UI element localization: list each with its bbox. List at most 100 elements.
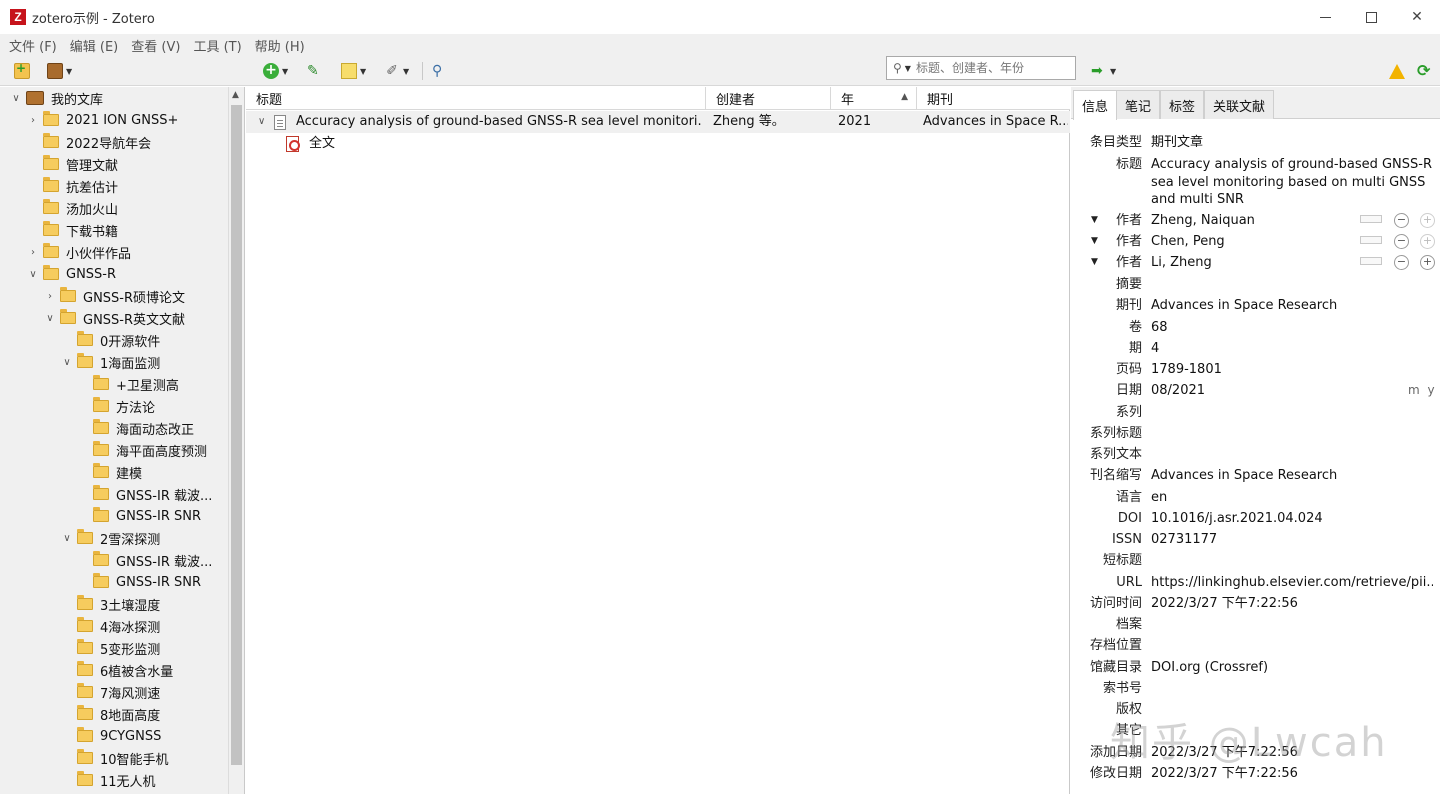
collection-item[interactable]: 2022导航年会 [0,131,228,153]
creator-type-dropdown-icon[interactable]: ▼ [1091,252,1098,273]
sync-button[interactable]: ⟳ [1417,60,1433,82]
column-header-journal[interactable]: 期刊 [917,87,1070,110]
collection-item[interactable]: +卫星测高 [0,373,228,395]
new-library-button[interactable]: ▼ [47,60,72,82]
collection-item[interactable]: ∨ 2雪深探测 [0,527,228,549]
scroll-up-icon[interactable]: ▲ [232,90,239,100]
collection-item[interactable]: 6植被含水量 [0,659,228,681]
collection-item[interactable]: ∨ GNSS-R [0,263,228,285]
chevron-down-icon[interactable]: ∨ [61,357,73,368]
journal-abbr-value[interactable]: Advances in Space Research [1151,465,1433,486]
name-mode-switch[interactable] [1360,236,1382,244]
tab-tags[interactable]: 标签 [1160,90,1205,119]
collection-item[interactable]: › 小伙伴作品 [0,241,228,263]
date-value[interactable]: 08/2021 [1151,380,1433,401]
add-attachment-button[interactable]: ✐ ▼ [384,60,409,82]
tab-related[interactable]: 关联文献 [1204,90,1275,119]
language-value[interactable]: en [1151,487,1433,508]
collection-item[interactable]: › GNSS-R硕博论文 [0,285,228,307]
pages-value[interactable]: 1789-1801 [1151,359,1433,380]
tab-info[interactable]: 信息 [1073,90,1118,120]
table-row[interactable]: ∨ Accuracy analysis of ground-based GNSS… [246,111,1070,133]
new-collection-button[interactable] [14,60,30,82]
attachment-row[interactable]: 全文 [246,133,1070,155]
collection-item[interactable]: 5变形监测 [0,637,228,659]
collection-item[interactable]: 管理文献 [0,153,228,175]
chevron-down-icon[interactable]: ∨ [61,533,73,544]
accessed-value[interactable]: 2022/3/27 下午7:22:56 [1151,593,1433,614]
creator-value[interactable]: Li, Zheng [1151,252,1433,273]
field-label[interactable]: 作者 [1116,252,1142,273]
collections-scrollbar[interactable]: ▲ [228,87,244,794]
issue-value[interactable]: 4 [1151,338,1433,359]
advanced-search-button[interactable]: ⚲ [432,60,448,82]
add-creator-icon[interactable]: + [1420,255,1435,270]
menu-tools[interactable]: 工具 (T) [193,36,241,55]
doi-value[interactable]: 10.1016/j.asr.2021.04.024 [1151,508,1433,529]
sync-error-button[interactable] [1389,60,1405,82]
collection-item[interactable]: GNSS-IR 载波... [0,483,228,505]
tab-notes[interactable]: 笔记 [1116,90,1161,119]
collection-item[interactable]: 建模 [0,461,228,483]
collection-item[interactable]: 下载书籍 [0,219,228,241]
maximize-button[interactable] [1348,0,1394,34]
collection-item[interactable]: ∨ GNSS-R英文文献 [0,307,228,329]
collection-item[interactable]: 0开源软件 [0,329,228,351]
collection-item[interactable]: GNSS-IR SNR [0,505,228,527]
search-input[interactable] [915,61,1056,75]
scrollbar-thumb[interactable] [231,105,242,765]
chevron-down-icon[interactable]: ∨ [27,269,39,280]
collection-item[interactable]: 海面动态改正 [0,417,228,439]
menu-view[interactable]: 查看 (V) [131,36,180,55]
search-field[interactable]: ⚲ ▼ [886,56,1076,80]
item-type-value[interactable]: 期刊文章 [1151,132,1433,153]
menu-edit[interactable]: 编辑 (E) [70,36,119,55]
remove-creator-icon[interactable]: − [1394,255,1409,270]
collection-item[interactable]: › 2021 ION GNSS+ [0,109,228,131]
collection-item[interactable]: 8地面高度 [0,703,228,725]
remove-creator-icon[interactable]: − [1394,213,1409,228]
add-by-identifier-button[interactable]: ✎ [307,60,323,82]
field-label[interactable]: 作者 [1116,231,1142,252]
chevron-right-icon[interactable]: › [27,247,39,258]
new-item-button[interactable]: + ▼ [263,60,288,82]
collapse-twisty-icon[interactable]: ∨ [258,111,272,133]
new-note-button[interactable]: ▼ [341,60,366,82]
chevron-right-icon[interactable]: › [27,115,39,126]
creator-type-dropdown-icon[interactable]: ▼ [1091,231,1098,252]
remove-creator-icon[interactable]: − [1394,234,1409,249]
collection-item[interactable]: 7海风测速 [0,681,228,703]
collection-item[interactable]: GNSS-IR SNR [0,571,228,593]
collection-item[interactable]: 10智能手机 [0,747,228,769]
column-header-title[interactable]: 标题 [246,87,706,110]
menu-help[interactable]: 帮助 (H) [255,36,305,55]
collection-item[interactable]: 方法论 [0,395,228,417]
name-mode-switch[interactable] [1360,215,1382,223]
column-header-year[interactable]: 年 ▲ [831,87,917,110]
close-button[interactable]: ✕ [1394,0,1440,34]
collection-item[interactable]: 9CYGNSS [0,725,228,747]
locate-button[interactable]: ➡ ▼ [1091,60,1116,82]
library-catalog-value[interactable]: DOI.org (Crossref) [1151,657,1433,678]
column-header-creator[interactable]: 创建者 [706,87,831,110]
collection-item[interactable]: ∨ 1海面监测 [0,351,228,373]
issn-value[interactable]: 02731177 [1151,529,1433,550]
title-value[interactable]: Accuracy analysis of ground-based GNSS-R… [1151,156,1433,209]
collection-item[interactable]: 汤加火山 [0,197,228,219]
volume-value[interactable]: 68 [1151,317,1433,338]
creator-value[interactable]: Zheng, Naiquan [1151,210,1433,231]
search-mode-dropdown-icon[interactable]: ▼ [905,64,911,73]
collection-item[interactable]: ∨ 我的文库 [0,87,228,109]
chevron-right-icon[interactable]: › [44,291,56,302]
name-mode-switch[interactable] [1360,257,1382,265]
collection-item[interactable]: 抗差估计 [0,175,228,197]
collection-item[interactable]: 11无人机 [0,769,228,791]
field-label[interactable]: 作者 [1116,210,1142,231]
minimize-button[interactable] [1302,0,1348,34]
chevron-down-icon[interactable]: ∨ [10,93,22,104]
publication-value[interactable]: Advances in Space Research [1151,295,1433,316]
collection-item[interactable]: 4海冰探测 [0,615,228,637]
menu-file[interactable]: 文件 (F) [9,36,57,55]
chevron-down-icon[interactable]: ∨ [44,313,56,324]
collection-item[interactable]: 海平面高度预测 [0,439,228,461]
